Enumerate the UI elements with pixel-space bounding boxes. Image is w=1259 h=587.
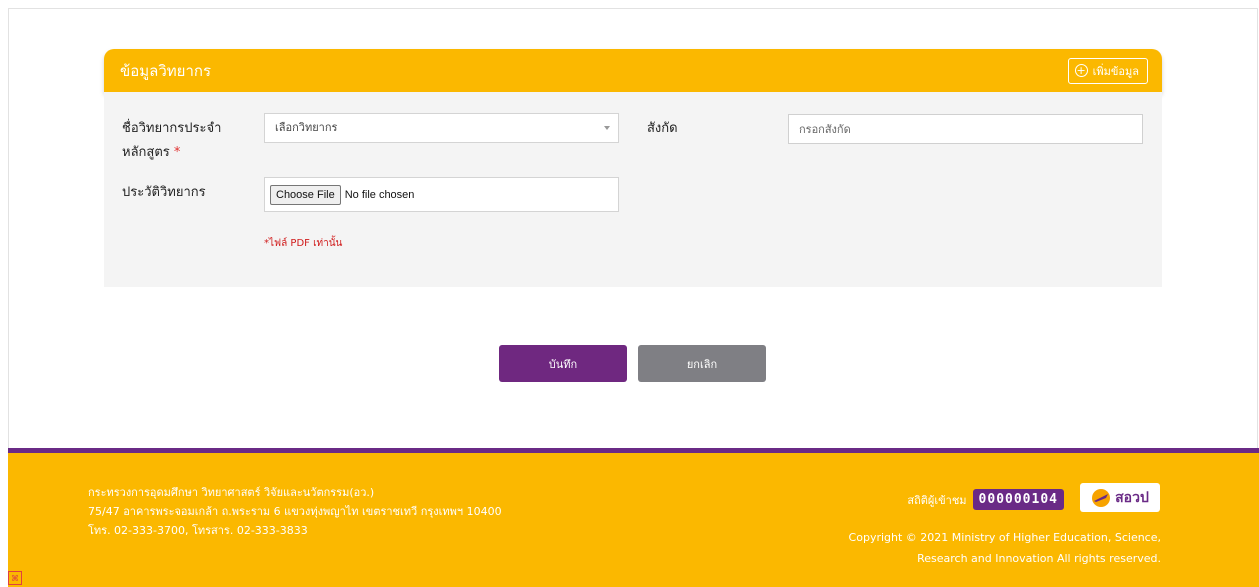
logo-text: สอวป (1115, 489, 1149, 506)
required-mark: * (173, 145, 181, 160)
section-title: ข้อมูลวิทยากร (120, 61, 212, 80)
plus-circle-icon: + (1074, 64, 1088, 77)
save-button[interactable]: บันทึก (499, 345, 627, 382)
resume-file-input[interactable]: Choose File No file chosen (264, 177, 619, 212)
copyright-line-2: Research and Innovation All rights reser… (917, 552, 1161, 565)
lecturer-label-line1: ชื่อวิทยากรประจำ (122, 121, 222, 136)
lecturer-label-line2: หลักสูตร (122, 145, 170, 160)
copyright: Copyright © 2021 Ministry of Higher Educ… (741, 527, 1161, 569)
lecturer-select-value: เลือกวิทยากร (275, 121, 338, 134)
affiliation-label: สังกัด (647, 121, 678, 136)
affiliation-input[interactable] (788, 114, 1143, 144)
organization-logo[interactable]: สอวป (1080, 483, 1160, 512)
pdf-only-note: *ไฟล์ PDF เท่านั้น (264, 238, 343, 249)
logo-mark-icon (1092, 488, 1111, 507)
corner-badge-icon[interactable]: ⌘ (8, 571, 22, 585)
chevron-down-icon (604, 126, 610, 130)
address-line-1: กระทรวงการอุดมศึกษา วิทยาศาสตร์ วิจัยและ… (88, 486, 375, 499)
visitor-label: สถิติผู้เข้าชม (907, 493, 967, 507)
cancel-button[interactable]: ยกเลิก (638, 345, 766, 382)
visitor-counter: 000000104 (972, 489, 1064, 510)
visitor-stats: สถิติผู้เข้าชม 000000104 (907, 489, 1064, 510)
no-file-text: No file chosen (344, 188, 415, 201)
add-data-label: เพิ่มข้อมูล (1092, 64, 1139, 78)
address-line-3: โทร. 02-333-3700, โทรสาร. 02-333-3833 (88, 524, 308, 537)
lecturer-label: ชื่อวิทยากรประจำ หลักสูตร * (122, 117, 221, 165)
lecturer-select[interactable]: เลือกวิทยากร (264, 113, 619, 143)
section-header: ข้อมูลวิทยากร + เพิ่มข้อมูล (104, 49, 1162, 92)
add-data-button[interactable]: + เพิ่มข้อมูล (1067, 57, 1148, 84)
footer-address: กระทรวงการอุดมศึกษา วิทยาศาสตร์ วิจัยและ… (88, 483, 502, 540)
choose-file-button[interactable]: Choose File (270, 184, 341, 205)
copyright-line-1: Copyright © 2021 Ministry of Higher Educ… (848, 531, 1161, 544)
form-body: ชื่อวิทยากรประจำ หลักสูตร * เลือกวิทยากร… (104, 92, 1162, 287)
footer: กระทรวงการอุดมศึกษา วิทยาศาสตร์ วิจัยและ… (8, 448, 1259, 587)
resume-label: ประวัติวิทยากร (122, 185, 206, 200)
address-line-2: 75/47 อาคารพระจอมเกล้า ถ.พระราม 6 แขวงทุ… (88, 505, 502, 518)
